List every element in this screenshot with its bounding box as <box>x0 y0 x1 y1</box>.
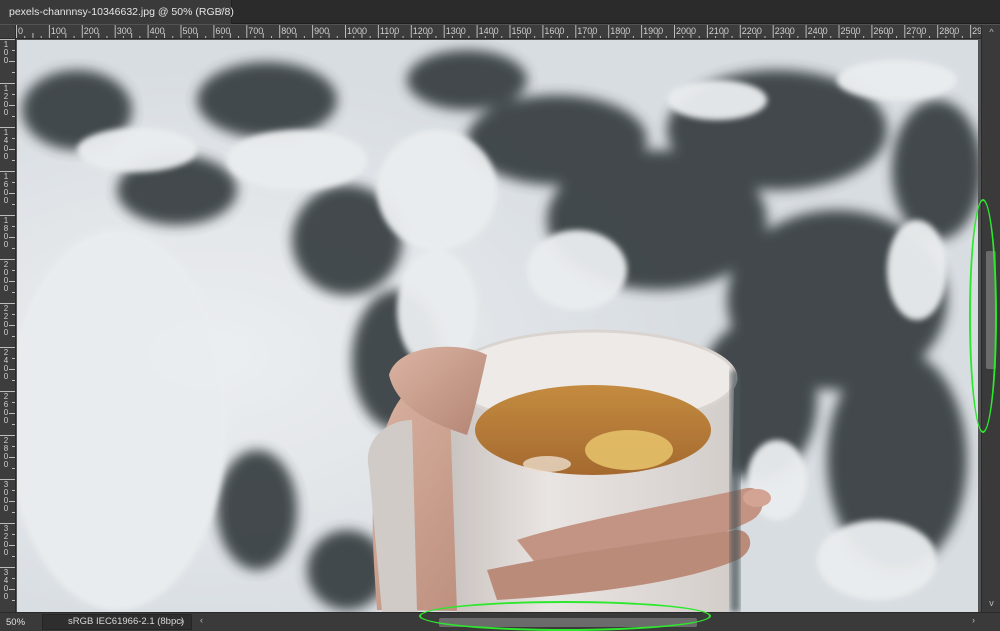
ruler-label: 1 2 0 0 <box>3 84 9 117</box>
horizontal-scrollbar-thumb[interactable] <box>439 618 697 627</box>
ruler-label: 1 4 0 0 <box>3 128 9 161</box>
document-info-field: sRGB IEC61966-2.1 (8bpc) <box>42 614 192 630</box>
ruler-label: 900 <box>314 26 330 36</box>
ruler-label: 1400 <box>478 26 499 36</box>
ruler-label: 100 <box>50 26 66 36</box>
ruler-label: 2300 <box>774 26 795 36</box>
close-icon[interactable]: × <box>218 5 224 17</box>
ruler-label: 3 0 0 0 <box>3 480 9 513</box>
ruler-label: 2 4 0 0 <box>3 348 9 381</box>
ruler-label: 2200 <box>741 26 762 36</box>
ruler-label: 2600 <box>873 26 894 36</box>
chevron-down-icon[interactable]: v <box>982 598 1000 610</box>
ruler-label: 200 <box>83 26 99 36</box>
chevron-up-icon[interactable]: ^ <box>982 27 1000 39</box>
document-tab-bar: pexels-channnsy-10346632.jpg @ 50% (RGB/… <box>0 0 1000 24</box>
horizontal-scrollbar[interactable]: ‹ › <box>194 614 981 630</box>
ruler-label: 2000 <box>676 26 697 36</box>
ruler-label: 700 <box>248 26 264 36</box>
chevron-right-icon[interactable]: › <box>180 615 183 629</box>
ruler-label: 3 2 0 0 <box>3 524 9 557</box>
ruler-label: 2800 <box>939 26 960 36</box>
ruler-label: 1600 <box>544 26 565 36</box>
chevron-right-icon[interactable]: › <box>972 615 975 625</box>
ruler-label: 3 4 0 0 <box>3 568 9 601</box>
status-bar: 50% sRGB IEC61966-2.1 (8bpc) › ‹ › <box>0 612 1000 631</box>
document-tab[interactable]: pexels-channnsy-10346632.jpg @ 50% (RGB/… <box>0 0 234 24</box>
ruler-label: 2500 <box>840 26 861 36</box>
ruler-label: 1100 <box>379 26 400 36</box>
ruler-label: 2100 <box>708 26 729 36</box>
ruler-label: 1900 <box>643 26 664 36</box>
zoom-level-field[interactable]: 50% <box>6 616 38 629</box>
ruler-label: 2 6 0 0 <box>3 392 9 425</box>
ruler-label: 1200 <box>412 26 433 36</box>
document-tab-title: pexels-channnsy-10346632.jpg @ 50% (RGB/… <box>9 6 234 18</box>
vertical-ruler[interactable]: 1 0 0 1 2 0 0 1 4 0 0 1 6 0 0 1 8 0 0 2 0 0 0… <box>0 39 16 612</box>
ruler-label: 1000 <box>347 26 368 36</box>
ruler-label: 2400 <box>807 26 828 36</box>
ruler-label: 2 0 0 0 <box>3 260 9 293</box>
ruler-origin[interactable] <box>0 25 16 39</box>
ruler-label: 2 8 0 0 <box>3 436 9 469</box>
ruler-label: 2700 <box>906 26 927 36</box>
ruler-label: 1700 <box>577 26 598 36</box>
horizontal-ruler[interactable]: 0 100 200 300 400 500 600 700 800 900 1000 1100 1200… <box>16 25 981 39</box>
ruler-label: 1300 <box>445 26 466 36</box>
ruler-label: 1 0 0 <box>3 40 9 65</box>
photoshop-document-window: pexels-channnsy-10346632.jpg @ 50% (RGB/… <box>0 0 1000 631</box>
image-canvas[interactable] <box>17 40 978 612</box>
vertical-scrollbar-thumb[interactable] <box>986 251 996 369</box>
ruler-label: 500 <box>182 26 198 36</box>
ruler-label: 0 <box>18 26 24 36</box>
ruler-label: 2 2 0 0 <box>3 304 9 337</box>
ruler-label: 300 <box>116 26 132 36</box>
ruler-label: 1500 <box>511 26 532 36</box>
ruler-label: 800 <box>281 26 297 36</box>
vertical-scrollbar[interactable]: ^ v <box>981 25 1000 612</box>
ruler-label: 2900 <box>972 26 981 36</box>
ruler-label: 600 <box>215 26 231 36</box>
ruler-label: 1800 <box>610 26 631 36</box>
ruler-label: 400 <box>149 26 165 36</box>
ruler-label: 1 8 0 0 <box>3 216 9 249</box>
photo-hand-holding-tea-mug <box>17 40 978 612</box>
ruler-label: 1 6 0 0 <box>3 172 9 205</box>
chevron-left-icon[interactable]: ‹ <box>200 615 203 625</box>
